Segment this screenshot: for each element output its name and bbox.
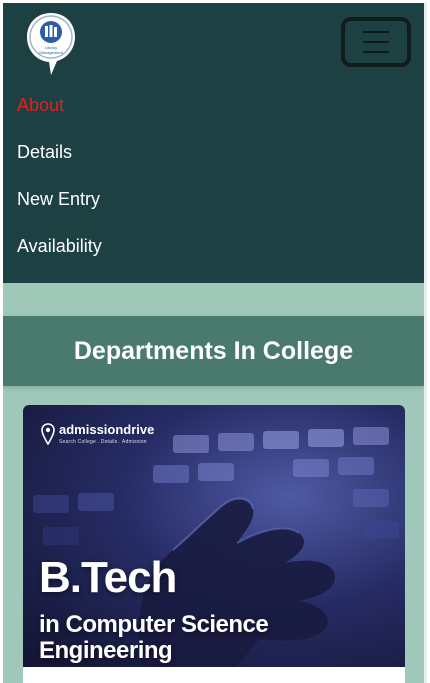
nav-item-new-entry[interactable]: New Entry (17, 179, 102, 226)
brand-name: admissiondrive (59, 422, 155, 437)
page-frame: Library Management About Details New Ent… (3, 3, 427, 683)
nav-item-details[interactable]: Details (17, 132, 102, 179)
department-card-body (23, 667, 405, 683)
navbar-toggle-button[interactable] (341, 17, 411, 67)
nav-menu: About Details New Entry Availability (17, 85, 102, 273)
department-card-image: admissiondrive Search College . Details … (23, 405, 405, 667)
course-title: B.Tech (39, 553, 177, 602)
department-card[interactable]: admissiondrive Search College . Details … (23, 405, 405, 683)
brand-tagline: Search College . Details . Admission (59, 439, 147, 445)
admissiondrive-brand: admissiondrive Search College . Details … (41, 423, 154, 445)
nav-item-availability[interactable]: Availability (17, 226, 102, 273)
library-logo[interactable]: Library Management (23, 11, 79, 77)
course-subtitle: in Computer Science Engineering (39, 611, 269, 664)
section-title: Departments In College (3, 316, 424, 386)
nav-item-about[interactable]: About (17, 85, 102, 132)
library-books-icon: Library Management (27, 13, 75, 75)
location-pin-icon (41, 423, 55, 445)
navbar: Library Management About Details New Ent… (3, 3, 424, 283)
logo-text-line-2: Management (39, 50, 63, 55)
